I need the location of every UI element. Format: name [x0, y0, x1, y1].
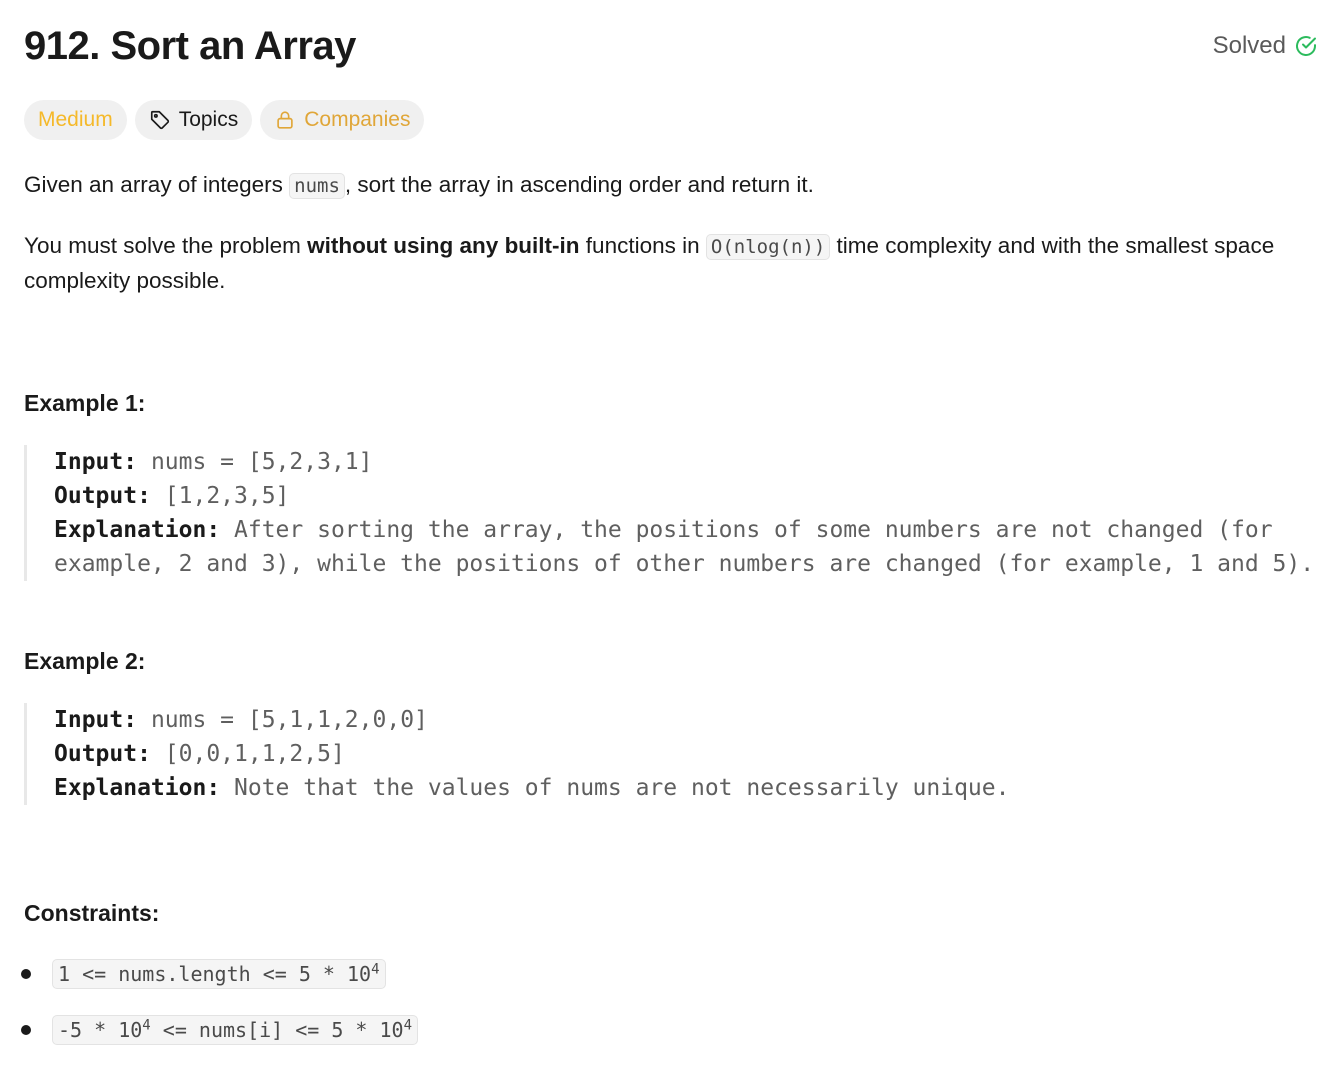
constraints-heading: Constraints: — [24, 900, 160, 926]
constraint-code: -5 * 104 <= nums[i] <= 5 * 104 — [52, 1015, 419, 1045]
explanation-label: Explanation: — [54, 775, 221, 801]
exponent: 4 — [371, 961, 380, 978]
constraint-item: -5 * 104 <= nums[i] <= 5 * 104 — [18, 1013, 419, 1047]
exponent: 4 — [142, 1017, 151, 1034]
output-value: [0,0,1,1,2,5] — [150, 741, 345, 767]
constraint-text: -5 * 10 — [58, 1018, 143, 1042]
constraint-code: 1 <= nums.length <= 5 * 104 — [52, 959, 386, 989]
desc-text: You must solve the problem — [24, 233, 308, 258]
solved-label: Solved — [1212, 32, 1286, 59]
output-label: Output: — [54, 741, 151, 767]
bullet — [21, 969, 31, 979]
topics-button[interactable]: Topics — [134, 100, 253, 140]
tag-row: Medium Topics Companies — [24, 100, 425, 140]
check-circle-icon — [1296, 36, 1316, 56]
difficulty-label: Medium — [38, 108, 113, 131]
output-value: [1,2,3,5] — [150, 483, 290, 509]
input-value: nums = [5,2,3,1] — [137, 449, 373, 475]
bullet — [21, 1025, 31, 1035]
tag-icon — [150, 110, 169, 130]
problem-header: 912. Sort an Array Solved — [24, 22, 1318, 72]
lock-icon — [277, 111, 293, 129]
inline-code-nums: nums — [289, 173, 345, 199]
topics-label: Topics — [178, 108, 239, 131]
input-label: Input: — [54, 449, 138, 475]
companies-button[interactable]: Companies — [260, 100, 425, 140]
example-1-block: Input: nums = [5,2,3,1] Output: [1,2,3,5… — [24, 445, 1324, 581]
desc-text: , sort the array in ascending order and … — [344, 172, 814, 197]
description-paragraph-1: Given an array of integers nums, sort th… — [24, 168, 1324, 203]
example-2-input: Input: nums = [5,1,1,2,0,0] — [54, 703, 1324, 737]
explanation-value: Note that the values of nums are not nec… — [220, 775, 1010, 801]
desc-text: Given an array of integers — [24, 172, 290, 197]
output-label: Output: — [54, 483, 151, 509]
input-value: nums = [5,1,1,2,0,0] — [137, 707, 428, 733]
desc-bold-text: without using any built-in — [307, 233, 580, 258]
problem-title: 912. Sort an Array — [24, 24, 356, 68]
example-1-output: Output: [1,2,3,5] — [54, 479, 1324, 513]
example-1-explanation: Explanation: After sorting the array, th… — [54, 513, 1324, 581]
example-2-output: Output: [0,0,1,1,2,5] — [54, 737, 1324, 771]
constraint-text: 1 <= nums.length <= 5 * 10 — [58, 962, 372, 986]
constraint-text: <= nums[i] <= 5 * 10 — [150, 1018, 404, 1042]
description-paragraph-2: You must solve the problem without using… — [24, 229, 1324, 298]
exponent: 4 — [403, 1017, 413, 1034]
desc-text: functions in — [579, 233, 706, 258]
example-2-block: Input: nums = [5,1,1,2,0,0] Output: [0,0… — [24, 703, 1324, 805]
input-label: Input: — [54, 707, 138, 733]
example-2-heading: Example 2: — [24, 648, 146, 674]
difficulty-badge: Medium — [24, 100, 127, 140]
inline-code-complexity: O(nlog(n)) — [705, 234, 831, 260]
example-1-input: Input: nums = [5,2,3,1] — [54, 445, 1324, 479]
example-1-heading: Example 1: — [24, 390, 146, 416]
companies-label: Companies — [304, 108, 411, 131]
explanation-value: After sorting the array, the positions o… — [54, 517, 1315, 577]
explanation-label: Explanation: — [54, 517, 221, 543]
constraint-item: 1 <= nums.length <= 5 * 104 — [18, 957, 386, 991]
example-2-explanation: Explanation: Note that the values of num… — [54, 771, 1324, 805]
solved-status: Solved — [1213, 32, 1318, 60]
